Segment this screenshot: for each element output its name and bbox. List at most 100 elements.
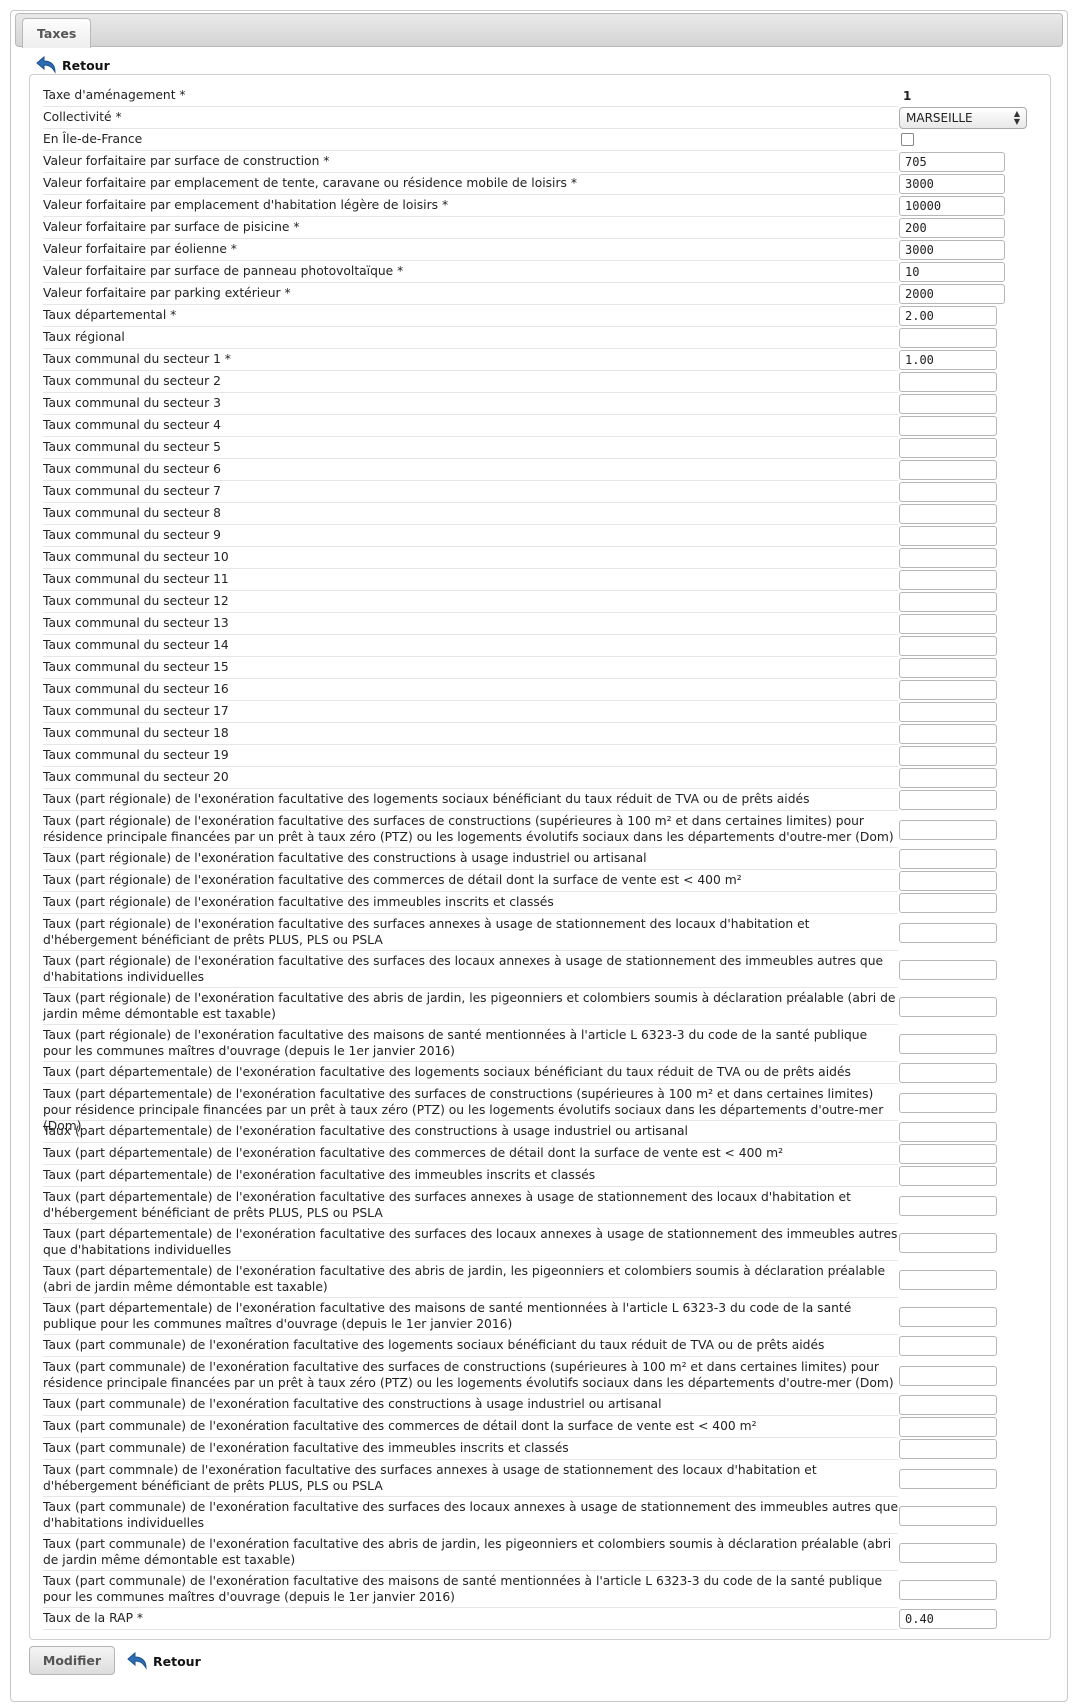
field-input[interactable]: [899, 262, 1005, 282]
form-row: Taux (part régionale) de l'exonération f…: [43, 848, 1043, 870]
form-row: Taux communal du secteur 7: [43, 481, 1043, 503]
field-label: Taux (part communale) de l'exonération f…: [43, 1534, 898, 1571]
field-input[interactable]: [899, 658, 997, 678]
retour-link-bottom[interactable]: Retour: [126, 1651, 201, 1671]
field-label: Valeur forfaitaire par éolienne *: [43, 239, 898, 261]
field-input[interactable]: [899, 1336, 997, 1356]
field-input[interactable]: [899, 1270, 997, 1290]
field-input[interactable]: [899, 1366, 997, 1386]
collectivite-select[interactable]: MARSEILLE ▲ ▼: [899, 107, 1027, 129]
field-label: Taux (part départementale) de l'exonérat…: [43, 1261, 898, 1298]
form-row: Taux (part départementale) de l'exonérat…: [43, 1261, 1043, 1298]
form-row: En Île-de-France: [43, 129, 1043, 151]
field-input[interactable]: [899, 372, 997, 392]
form-row: Valeur forfaitaire par parking extérieur…: [43, 283, 1043, 305]
field-label: Taux communal du secteur 15: [43, 657, 898, 679]
field-input[interactable]: [899, 1395, 997, 1415]
field-input[interactable]: [899, 893, 997, 913]
field-input[interactable]: [899, 1417, 997, 1437]
field-input[interactable]: [899, 174, 1005, 194]
field-input[interactable]: [899, 1233, 997, 1253]
field-input[interactable]: [899, 548, 997, 568]
field-label: Taux communal du secteur 5: [43, 437, 898, 459]
field-input[interactable]: [899, 768, 997, 788]
field-input[interactable]: [899, 702, 997, 722]
field-label: Taux (part régionale) de l'exonération f…: [43, 914, 898, 951]
field-input[interactable]: [899, 350, 997, 370]
form-row: Taux communal du secteur 15: [43, 657, 1043, 679]
field-input[interactable]: [899, 152, 1005, 172]
field-label: Taux communal du secteur 11: [43, 569, 898, 591]
field-input[interactable]: [899, 284, 1005, 304]
field-label: Taux communal du secteur 9: [43, 525, 898, 547]
form-row: Taux communal du secteur 9: [43, 525, 1043, 547]
field-input[interactable]: [899, 614, 997, 634]
field-input[interactable]: [899, 746, 997, 766]
field-input[interactable]: [899, 240, 1005, 260]
form-row: Taux (part communale) de l'exonération f…: [43, 1438, 1043, 1460]
field-label: Taux (part communale) de l'exonération f…: [43, 1394, 898, 1416]
field-label: Valeur forfaitaire par surface de pisici…: [43, 217, 898, 239]
field-input[interactable]: [899, 1609, 997, 1629]
field-input[interactable]: [899, 680, 997, 700]
field-input[interactable]: [899, 1439, 997, 1459]
field-input[interactable]: [899, 997, 997, 1017]
field-input[interactable]: [899, 570, 997, 590]
field-label: Taux (part départementale) de l'exonérat…: [43, 1084, 898, 1133]
field-input[interactable]: [899, 1166, 997, 1186]
form-row: Taux (part commnale) de l'exonération fa…: [43, 1460, 1043, 1497]
field-input[interactable]: [899, 636, 997, 656]
field-input[interactable]: [899, 416, 997, 436]
retour-link-top[interactable]: Retour: [35, 55, 110, 75]
back-arrow-icon: [36, 55, 56, 74]
form-row: Taux (part régionale) de l'exonération f…: [43, 789, 1043, 811]
field-input[interactable]: [899, 724, 997, 744]
back-arrow-icon: [127, 1651, 147, 1670]
field-input[interactable]: [899, 1307, 997, 1327]
field-input[interactable]: [899, 328, 997, 348]
field-input[interactable]: [899, 960, 997, 980]
form-row: Taux (part communale) de l'exonération f…: [43, 1497, 1043, 1534]
field-input[interactable]: [899, 1093, 997, 1113]
field-input[interactable]: [899, 526, 997, 546]
field-label: Taux (part départementale) de l'exonérat…: [43, 1165, 898, 1187]
form-row: Taux communal du secteur 8: [43, 503, 1043, 525]
field-input[interactable]: [899, 923, 997, 943]
field-input[interactable]: [899, 394, 997, 414]
form-row: Taux (part départementale) de l'exonérat…: [43, 1062, 1043, 1084]
field-input[interactable]: [899, 871, 997, 891]
field-input[interactable]: [899, 1034, 997, 1054]
field-input[interactable]: [899, 1144, 997, 1164]
field-input[interactable]: [899, 1122, 997, 1142]
field-input[interactable]: [899, 306, 997, 326]
ile-de-france-checkbox[interactable]: [901, 133, 914, 146]
form-row: Collectivité * MARSEILLE ▲ ▼: [43, 107, 1043, 129]
field-input[interactable]: [899, 460, 997, 480]
field-label: Taux (part communale) de l'exonération f…: [43, 1416, 898, 1438]
form-row: Taux (part communale) de l'exonération f…: [43, 1416, 1043, 1438]
form-row: Taux communal du secteur 14: [43, 635, 1043, 657]
field-label: Taux (part départementale) de l'exonérat…: [43, 1187, 898, 1224]
field-input[interactable]: [899, 196, 1005, 216]
field-label: Taux communal du secteur 12: [43, 591, 898, 613]
field-input[interactable]: [899, 1506, 997, 1526]
field-input[interactable]: [899, 790, 997, 810]
field-label: Taux (part départementale) de l'exonérat…: [43, 1224, 898, 1261]
form-row: Taux (part régionale) de l'exonération f…: [43, 914, 1043, 951]
field-input[interactable]: [899, 592, 997, 612]
tab-taxes[interactable]: Taxes: [22, 18, 92, 48]
modifier-button[interactable]: Modifier: [29, 1646, 115, 1675]
field-input[interactable]: [899, 438, 997, 458]
field-input[interactable]: [899, 1063, 997, 1083]
field-input[interactable]: [899, 504, 997, 524]
field-input[interactable]: [899, 849, 997, 869]
field-input[interactable]: [899, 1196, 997, 1216]
field-label: Collectivité *: [43, 107, 898, 129]
field-label: Taux communal du secteur 14: [43, 635, 898, 657]
field-input[interactable]: [899, 482, 997, 502]
field-input[interactable]: [899, 1580, 997, 1600]
field-input[interactable]: [899, 1469, 997, 1489]
field-input[interactable]: [899, 1543, 997, 1563]
field-input[interactable]: [899, 820, 997, 840]
field-input[interactable]: [899, 218, 1005, 238]
